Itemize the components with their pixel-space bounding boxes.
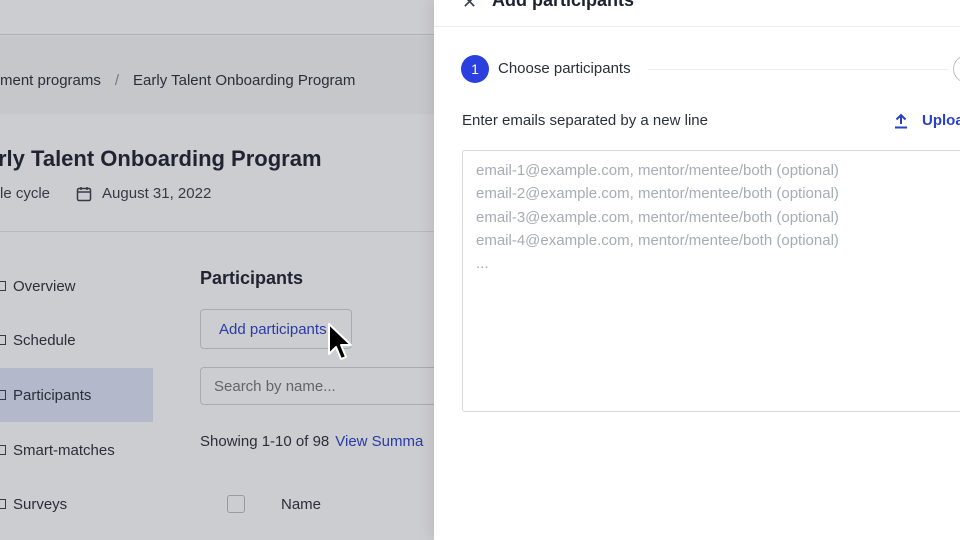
add-participants-drawer: ✕ Add participants 1 Choose participants… bbox=[434, 0, 960, 540]
placeholder-line: ... bbox=[476, 255, 489, 273]
placeholder-line: email-4@example.com, mentor/mentee/both … bbox=[476, 231, 839, 249]
close-icon[interactable]: ✕ bbox=[462, 0, 477, 13]
upload-icon bbox=[895, 113, 907, 128]
step-label: Choose participants bbox=[498, 60, 631, 77]
placeholder-line: email-1@example.com, mentor/mentee/both … bbox=[476, 162, 839, 179]
mouse-cursor-icon bbox=[328, 323, 352, 360]
next-step-badge bbox=[953, 55, 960, 83]
email-textarea[interactable]: email-1@example.com, mentor/mentee/both … bbox=[462, 150, 960, 412]
step-number-badge: 1 bbox=[461, 55, 489, 83]
step-connector bbox=[648, 69, 948, 70]
email-instructions: Enter emails separated by a new line bbox=[462, 112, 708, 129]
upload-button[interactable]: Uploa bbox=[894, 112, 960, 129]
drawer-title: Add participants bbox=[492, 0, 635, 10]
upload-label: Uploa bbox=[922, 112, 960, 129]
placeholder-line: email-2@example.com, mentor/mentee/both … bbox=[476, 185, 839, 203]
drawer-header: ✕ Add participants bbox=[434, 0, 960, 27]
placeholder-line: email-3@example.com, mentor/mentee/both … bbox=[476, 208, 839, 226]
